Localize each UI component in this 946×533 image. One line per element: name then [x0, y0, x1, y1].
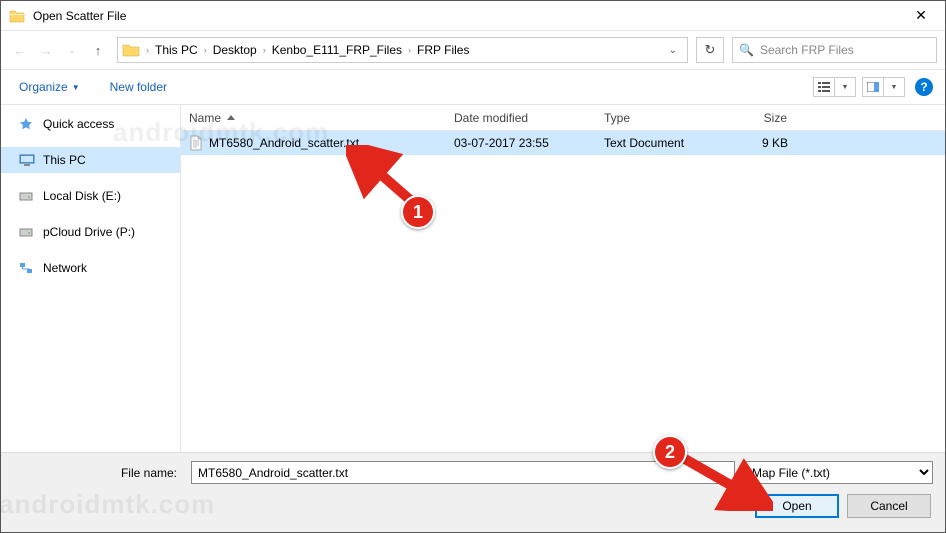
window-title: Open Scatter File — [33, 9, 905, 23]
tree-pcloud-drive[interactable]: pCloud Drive (P:) — [1, 219, 180, 245]
network-icon — [19, 262, 35, 274]
cancel-button[interactable]: Cancel — [847, 494, 931, 518]
tree-label: Network — [43, 261, 87, 275]
chevron-right-icon: › — [259, 45, 270, 55]
filetype-select[interactable]: Map File (*.txt) — [743, 461, 933, 484]
chevron-right-icon: › — [404, 45, 415, 55]
disk-icon — [19, 226, 35, 238]
nav-tree: Quick access This PC Local Disk (E:) pCl… — [1, 105, 181, 452]
tree-label: This PC — [43, 153, 86, 167]
search-placeholder: Search FRP Files — [760, 43, 854, 57]
crumb-this-pc[interactable]: This PC — [153, 43, 200, 57]
nav-bar: ← → ⌄ ↑ › This PC › Desktop › Kenbo_E111… — [1, 31, 945, 69]
star-icon — [19, 117, 35, 131]
organize-button[interactable]: Organize ▼ — [13, 76, 86, 98]
tree-label: pCloud Drive (P:) — [43, 225, 135, 239]
col-date[interactable]: Date modified — [446, 105, 596, 130]
crumb-folder1[interactable]: Kenbo_E111_FRP_Files — [270, 43, 404, 57]
close-button[interactable]: ✕ — [905, 7, 937, 24]
text-file-icon — [189, 135, 203, 151]
pc-icon — [19, 154, 35, 166]
file-name: MT6580_Android_scatter.txt — [209, 136, 359, 150]
preview-dropdown[interactable]: ▼ — [883, 77, 905, 97]
file-type: Text Document — [596, 136, 716, 150]
view-mode-group: ▼ — [813, 77, 856, 97]
preview-pane-button[interactable] — [862, 77, 884, 97]
view-details-button[interactable] — [813, 77, 835, 97]
chevron-right-icon: › — [142, 45, 153, 55]
up-button[interactable]: ↑ — [87, 39, 109, 61]
filename-input[interactable] — [191, 461, 735, 484]
view-dropdown[interactable]: ▼ — [834, 77, 856, 97]
file-list-area: Name Date modified Type Size MT6580_Andr… — [181, 105, 945, 452]
help-button[interactable]: ? — [915, 78, 933, 96]
breadcrumb-dropdown[interactable]: ⌄ — [663, 45, 683, 56]
file-row[interactable]: MT6580_Android_scatter.txt 03-07-2017 23… — [181, 131, 945, 155]
chevron-right-icon: › — [200, 45, 211, 55]
main-area: Quick access This PC Local Disk (E:) pCl… — [1, 105, 945, 452]
recent-dropdown[interactable]: ⌄ — [61, 39, 83, 61]
search-input[interactable]: 🔍 Search FRP Files — [732, 37, 937, 63]
organize-label: Organize — [19, 80, 68, 94]
refresh-button[interactable]: ↻ — [696, 37, 724, 63]
chevron-down-icon: ▼ — [72, 83, 80, 92]
bottom-panel: File name: Map File (*.txt) Open Cancel — [1, 452, 945, 532]
toolbar: Organize ▼ New folder ▼ ▼ ? — [1, 69, 945, 105]
column-headers: Name Date modified Type Size — [181, 105, 945, 131]
folder-icon — [122, 43, 140, 57]
col-name[interactable]: Name — [181, 105, 446, 130]
new-folder-button[interactable]: New folder — [104, 76, 173, 98]
crumb-desktop[interactable]: Desktop — [211, 43, 259, 57]
tree-this-pc[interactable]: This PC — [1, 147, 180, 173]
tree-local-disk-e[interactable]: Local Disk (E:) — [1, 183, 180, 209]
preview-pane-group: ▼ — [862, 77, 905, 97]
tree-quick-access[interactable]: Quick access — [1, 111, 180, 137]
folder-icon — [9, 9, 25, 23]
disk-icon — [19, 190, 35, 202]
file-size: 9 KB — [716, 136, 796, 150]
file-date: 03-07-2017 23:55 — [446, 136, 596, 150]
tree-label: Quick access — [43, 117, 114, 131]
back-button[interactable]: ← — [9, 39, 31, 61]
tree-label: Local Disk (E:) — [43, 189, 121, 203]
file-name-cell: MT6580_Android_scatter.txt — [181, 135, 446, 151]
open-button[interactable]: Open — [755, 494, 839, 518]
new-folder-label: New folder — [110, 80, 167, 94]
breadcrumb[interactable]: › This PC › Desktop › Kenbo_E111_FRP_Fil… — [117, 37, 688, 63]
col-type[interactable]: Type — [596, 105, 716, 130]
crumb-folder2[interactable]: FRP Files — [415, 43, 471, 57]
filename-label: File name: — [13, 466, 183, 480]
search-icon: 🔍 — [739, 43, 754, 57]
col-size[interactable]: Size — [716, 105, 796, 130]
forward-button[interactable]: → — [35, 39, 57, 61]
title-bar: Open Scatter File ✕ — [1, 1, 945, 31]
tree-network[interactable]: Network — [1, 255, 180, 281]
